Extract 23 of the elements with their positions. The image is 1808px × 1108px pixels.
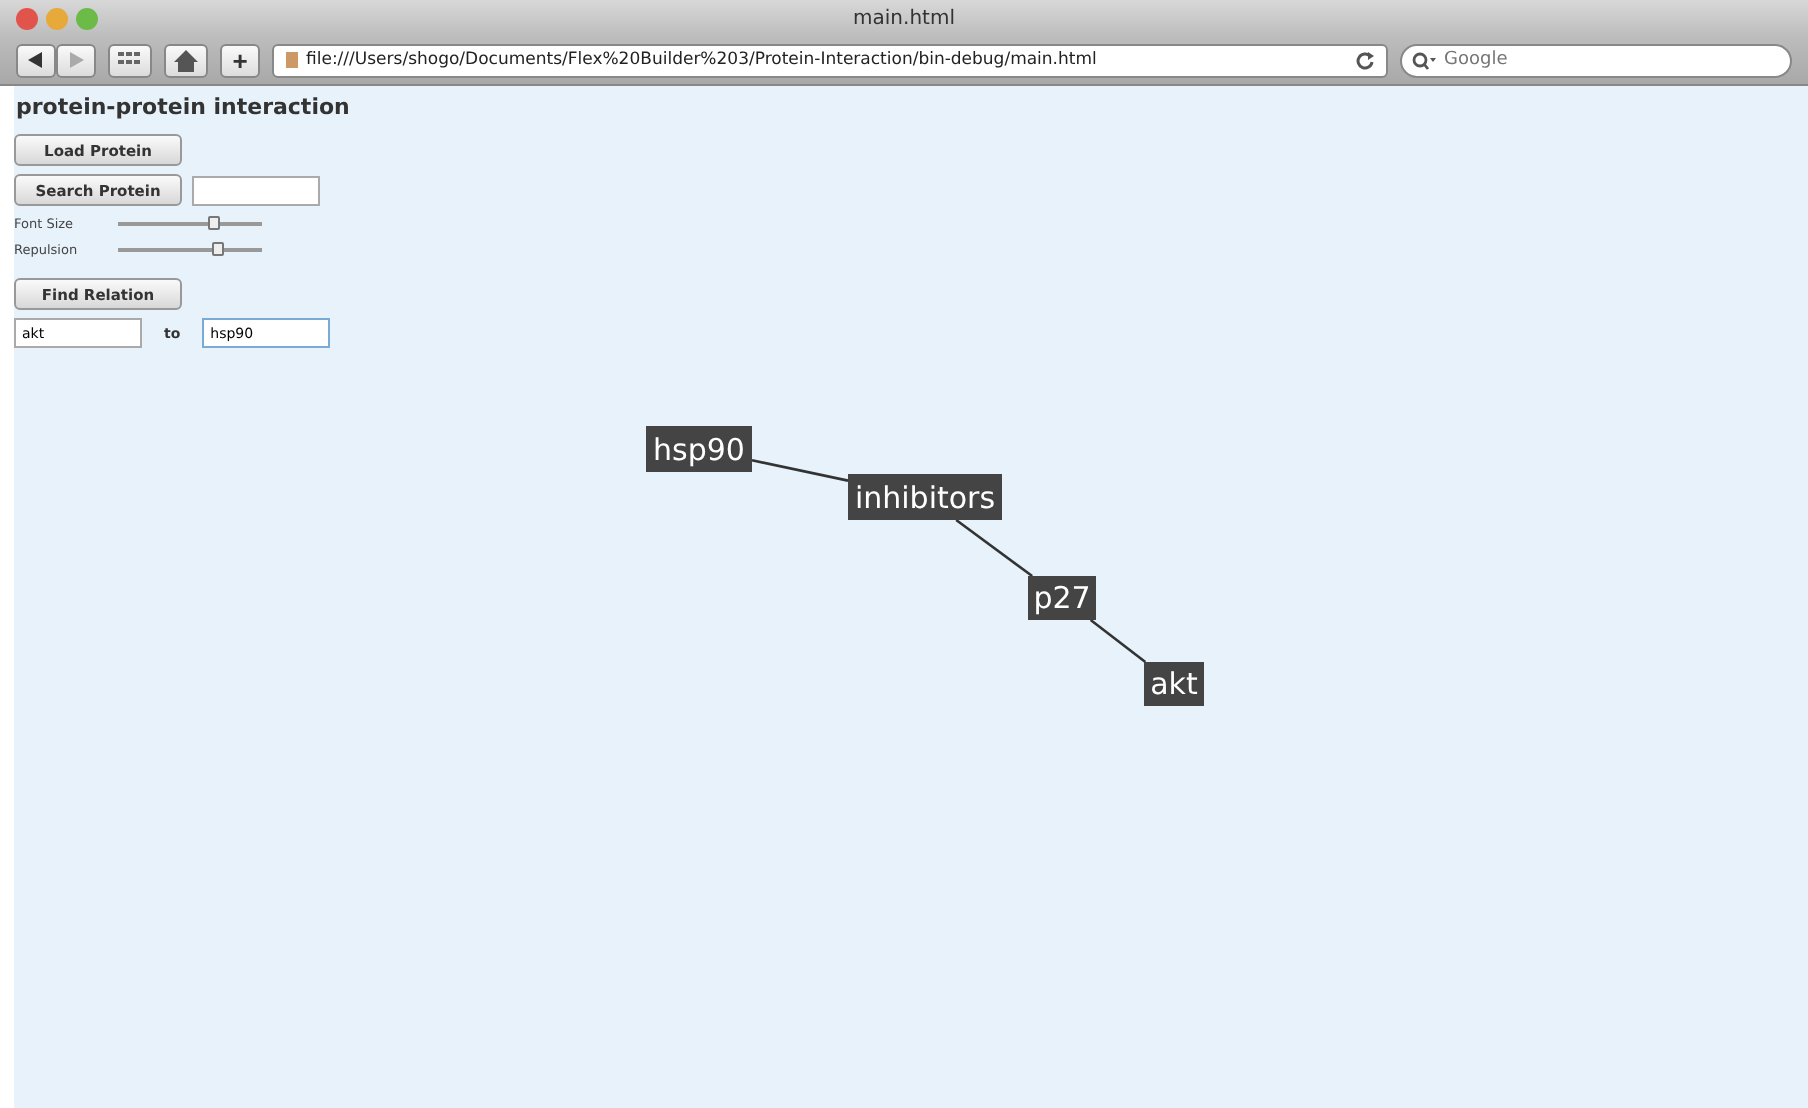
edge-line (955, 518, 1033, 578)
protein-node[interactable]: akt (1144, 662, 1204, 706)
edge-line (751, 459, 849, 482)
page-heading: protein-protein interaction (14, 92, 352, 120)
home-button[interactable] (164, 43, 208, 77)
bookmarks-button[interactable] (108, 43, 152, 77)
address-field[interactable]: file:///Users/shogo/Documents/Flex%20Builder%203/Protein-Interaction/bin-debug/main.html (272, 43, 1388, 77)
home-icon (174, 49, 198, 71)
file-icon (286, 52, 298, 68)
reload-icon[interactable] (1356, 51, 1374, 69)
add-bookmark-button[interactable]: + (220, 43, 260, 77)
protein-node[interactable]: hsp90 (646, 426, 752, 472)
back-arrow-icon (28, 52, 44, 68)
protein-node[interactable]: inhibitors (848, 474, 1002, 520)
protein-node[interactable]: p27 (1028, 576, 1096, 620)
edge-line (1089, 618, 1147, 664)
grid-icon (118, 51, 142, 69)
close-icon[interactable] (16, 7, 38, 29)
back-button[interactable] (16, 43, 56, 77)
protein-search-field[interactable] (192, 175, 320, 205)
window-title: main.html (853, 7, 955, 29)
search-field[interactable]: Google (1400, 43, 1792, 77)
forward-arrow-icon (68, 52, 84, 68)
